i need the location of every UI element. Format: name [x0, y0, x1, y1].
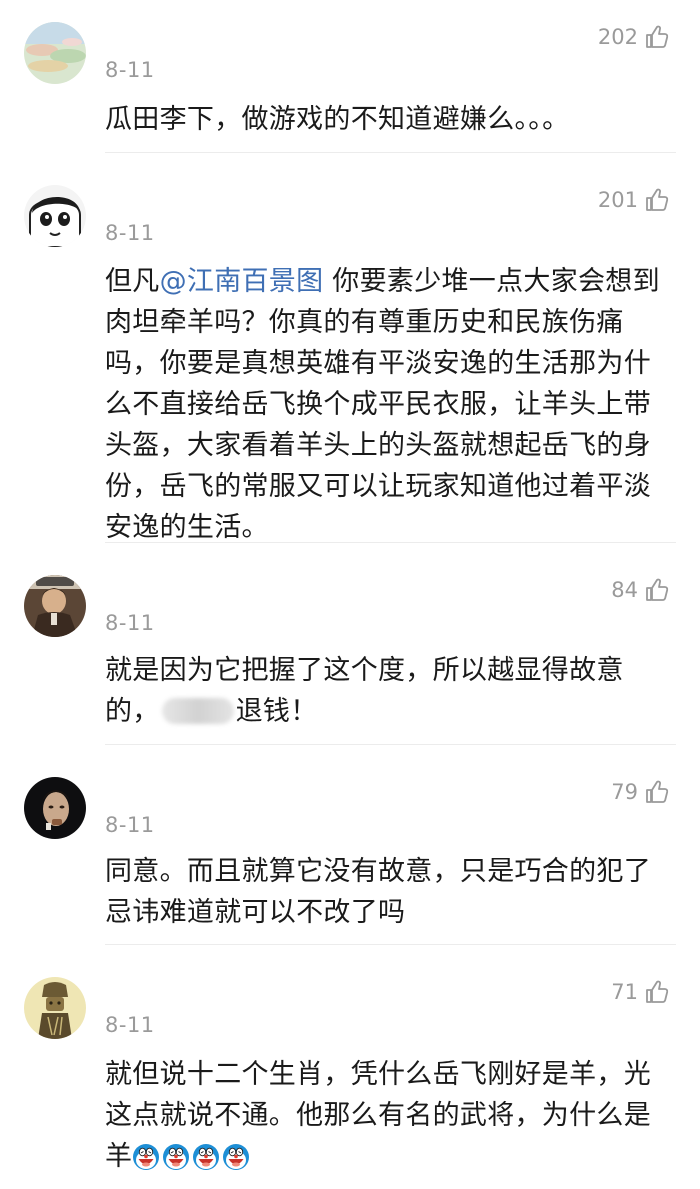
comment-list: 202 8-11 瓜田李下，做游戏的不知道避嫌么。。。 201 8-11 但凡@… [0, 0, 700, 1189]
comment-date: 8-11 [105, 221, 155, 245]
comment-text: 瓜田李下，做游戏的不知道避嫌么。。。 [105, 104, 570, 135]
comment-date: 8-11 [105, 1013, 155, 1037]
avatar-cartoon-image [24, 185, 86, 247]
comment-text-after: 退钱！ [235, 696, 318, 727]
mention-link[interactable]: @江南百景图 [160, 266, 324, 297]
thumbs-up-icon [646, 578, 669, 601]
avatar[interactable] [24, 185, 86, 247]
doraemon-laugh-icon [193, 1144, 220, 1170]
like-button[interactable]: 71 [611, 979, 670, 1005]
emoji-row [132, 1141, 252, 1172]
avatar[interactable] [24, 977, 86, 1039]
thumbs-up-icon [646, 188, 669, 211]
comment-date: 8-11 [105, 58, 155, 82]
like-button[interactable]: 201 [598, 187, 670, 213]
avatar-statue-image [24, 977, 86, 1039]
like-count: 201 [597, 188, 638, 212]
avatar-landscape-image [24, 22, 86, 84]
like-count: 79 [611, 780, 638, 804]
like-button[interactable]: 79 [611, 779, 670, 805]
thumbs-up-icon [646, 25, 669, 48]
comment-text: 但凡@江南百景图 你要素少堆一点大家会想到肉坦牵羊吗？你真的有尊重历史和民族伤痛… [105, 261, 670, 548]
avatar-photo-image [24, 575, 86, 637]
comment-date: 8-11 [105, 813, 155, 837]
doraemon-laugh-icon [223, 1144, 250, 1170]
comment-text-prefix: 但凡 [105, 266, 160, 297]
doraemon-laugh-icon [133, 1144, 160, 1170]
like-count: 84 [611, 578, 638, 602]
comment-item: 202 8-11 瓜田李下，做游戏的不知道避嫌么。。。 [0, 0, 700, 153]
comment-text-body: 你要素少堆一点大家会想到肉坦牵羊吗？你真的有尊重历史和民族伤痛吗，你要是真想英雄… [105, 266, 660, 543]
blurred-text [161, 698, 234, 724]
like-button[interactable]: 84 [611, 577, 670, 603]
comment-date: 8-11 [105, 611, 155, 635]
comment-text: 就是因为它把握了这个度，所以越显得故意的， 退钱！ [105, 650, 670, 732]
avatar[interactable] [24, 777, 86, 839]
thumbs-up-icon [646, 780, 669, 803]
comment-text: 同意。而且就算它没有故意，只是巧合的犯了忌讳难道就可以不改了吗 [105, 856, 651, 928]
doraemon-laugh-icon [163, 1144, 190, 1170]
comment-item: 84 8-11 就是因为它把握了这个度，所以越显得故意的， 退钱！ [0, 543, 700, 745]
thumbs-up-icon [646, 980, 669, 1003]
comment-item: 79 8-11 同意。而且就算它没有故意，只是巧合的犯了忌讳难道就可以不改了吗 [0, 745, 700, 945]
like-count: 71 [611, 980, 638, 1004]
comment-text: 就但说十二个生肖，凭什么岳飞刚好是羊，光这点就说不通。他那么有名的武将，为什么是… [105, 1054, 670, 1177]
like-button[interactable]: 202 [598, 24, 670, 50]
avatar-portrait-image [24, 777, 86, 839]
comment-item: 201 8-11 但凡@江南百景图 你要素少堆一点大家会想到肉坦牵羊吗？你真的有… [0, 153, 700, 543]
comment-item: 71 8-11 就但说十二个生肖，凭什么岳飞刚好是羊，光这点就说不通。他那么有名… [0, 945, 700, 1189]
like-count: 202 [597, 25, 638, 49]
avatar[interactable] [24, 575, 86, 637]
avatar[interactable] [24, 22, 86, 84]
